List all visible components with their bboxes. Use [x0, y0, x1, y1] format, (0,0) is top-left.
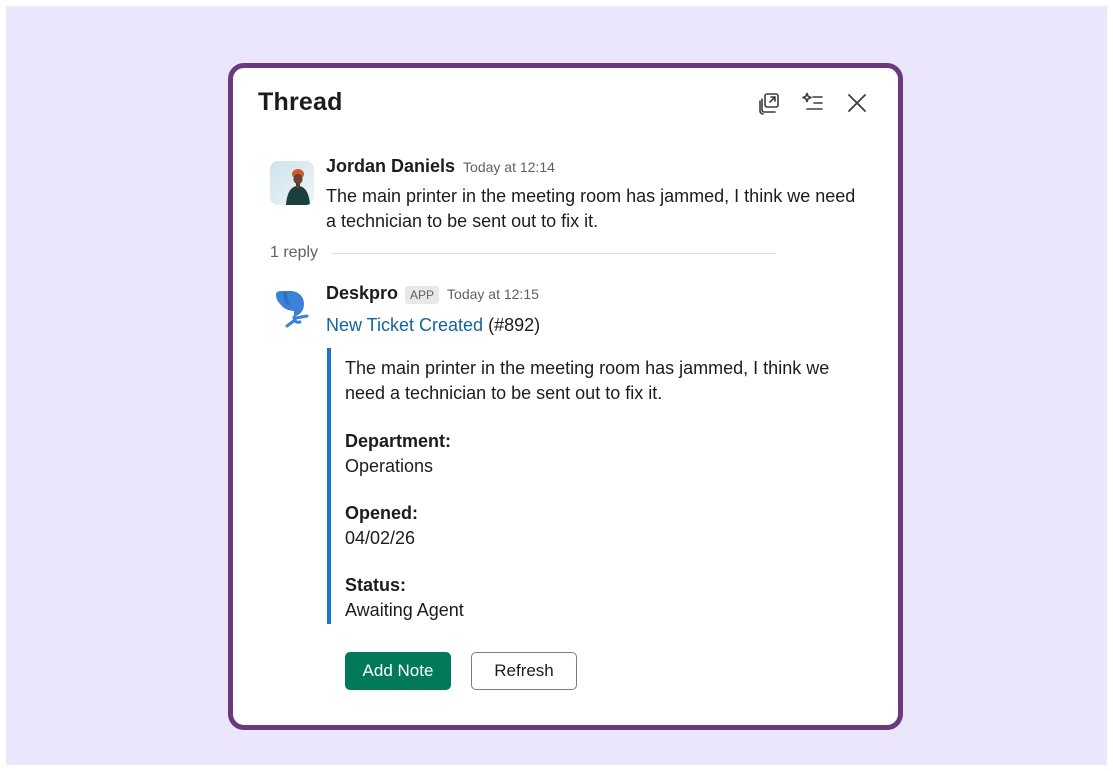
message-meta: Jordan Daniels Today at 12:14 — [326, 156, 866, 186]
ticket-created-line: New Ticket Created (#892) — [326, 313, 866, 338]
message-text: The main printer in the meeting room has… — [326, 186, 856, 231]
field-label: Status: — [345, 575, 407, 595]
bot-message-body: Deskpro APP Today at 12:15 New Ticket Cr… — [326, 283, 866, 338]
ticket-reference: (#892) — [488, 315, 541, 335]
message-timestamp[interactable]: Today at 12:14 — [463, 159, 555, 175]
ticket-actions: Add Note Refresh — [345, 652, 577, 690]
open-in-window-icon[interactable] — [756, 90, 782, 116]
field-department: Department: Operations — [345, 429, 845, 478]
attachment-text: The main printer in the meeting room has… — [345, 358, 830, 403]
message-meta: Deskpro APP Today at 12:15 — [326, 283, 866, 313]
thread-title: Thread — [258, 88, 343, 116]
field-value: Operations — [345, 456, 434, 476]
field-label: Department: — [345, 431, 452, 451]
field-status: Status: Awaiting Agent — [345, 573, 845, 622]
deskpro-logo-icon[interactable] — [274, 289, 314, 333]
field-label: Opened: — [345, 503, 419, 523]
thread-panel: Thread Jordan Daniels Today at 12:14 The… — [228, 63, 903, 730]
original-message-body: Jordan Daniels Today at 12:14 The main p… — [326, 156, 866, 234]
close-icon[interactable] — [844, 90, 870, 116]
field-value: 04/02/26 — [345, 528, 416, 548]
reply-divider: 1 reply — [270, 244, 776, 262]
thread-header-actions — [738, 90, 870, 116]
ticket-link[interactable]: New Ticket Created — [326, 315, 483, 335]
ticket-attachment: The main printer in the meeting room has… — [327, 348, 845, 624]
refresh-button[interactable]: Refresh — [471, 652, 577, 690]
field-opened: Opened: 04/02/26 — [345, 501, 845, 550]
field-value: Awaiting Agent — [345, 600, 464, 620]
author-name[interactable]: Jordan Daniels — [326, 156, 455, 177]
add-note-button[interactable]: Add Note — [345, 652, 451, 690]
divider-line — [332, 252, 776, 254]
avatar[interactable] — [270, 161, 314, 205]
app-badge: APP — [405, 286, 440, 304]
ai-summary-icon[interactable] — [800, 90, 826, 116]
message-timestamp[interactable]: Today at 12:15 — [447, 286, 539, 302]
page-background: Thread Jordan Daniels Today at 12:14 The… — [6, 6, 1107, 765]
author-name[interactable]: Deskpro — [326, 283, 398, 304]
reply-count: 1 reply — [270, 244, 319, 261]
